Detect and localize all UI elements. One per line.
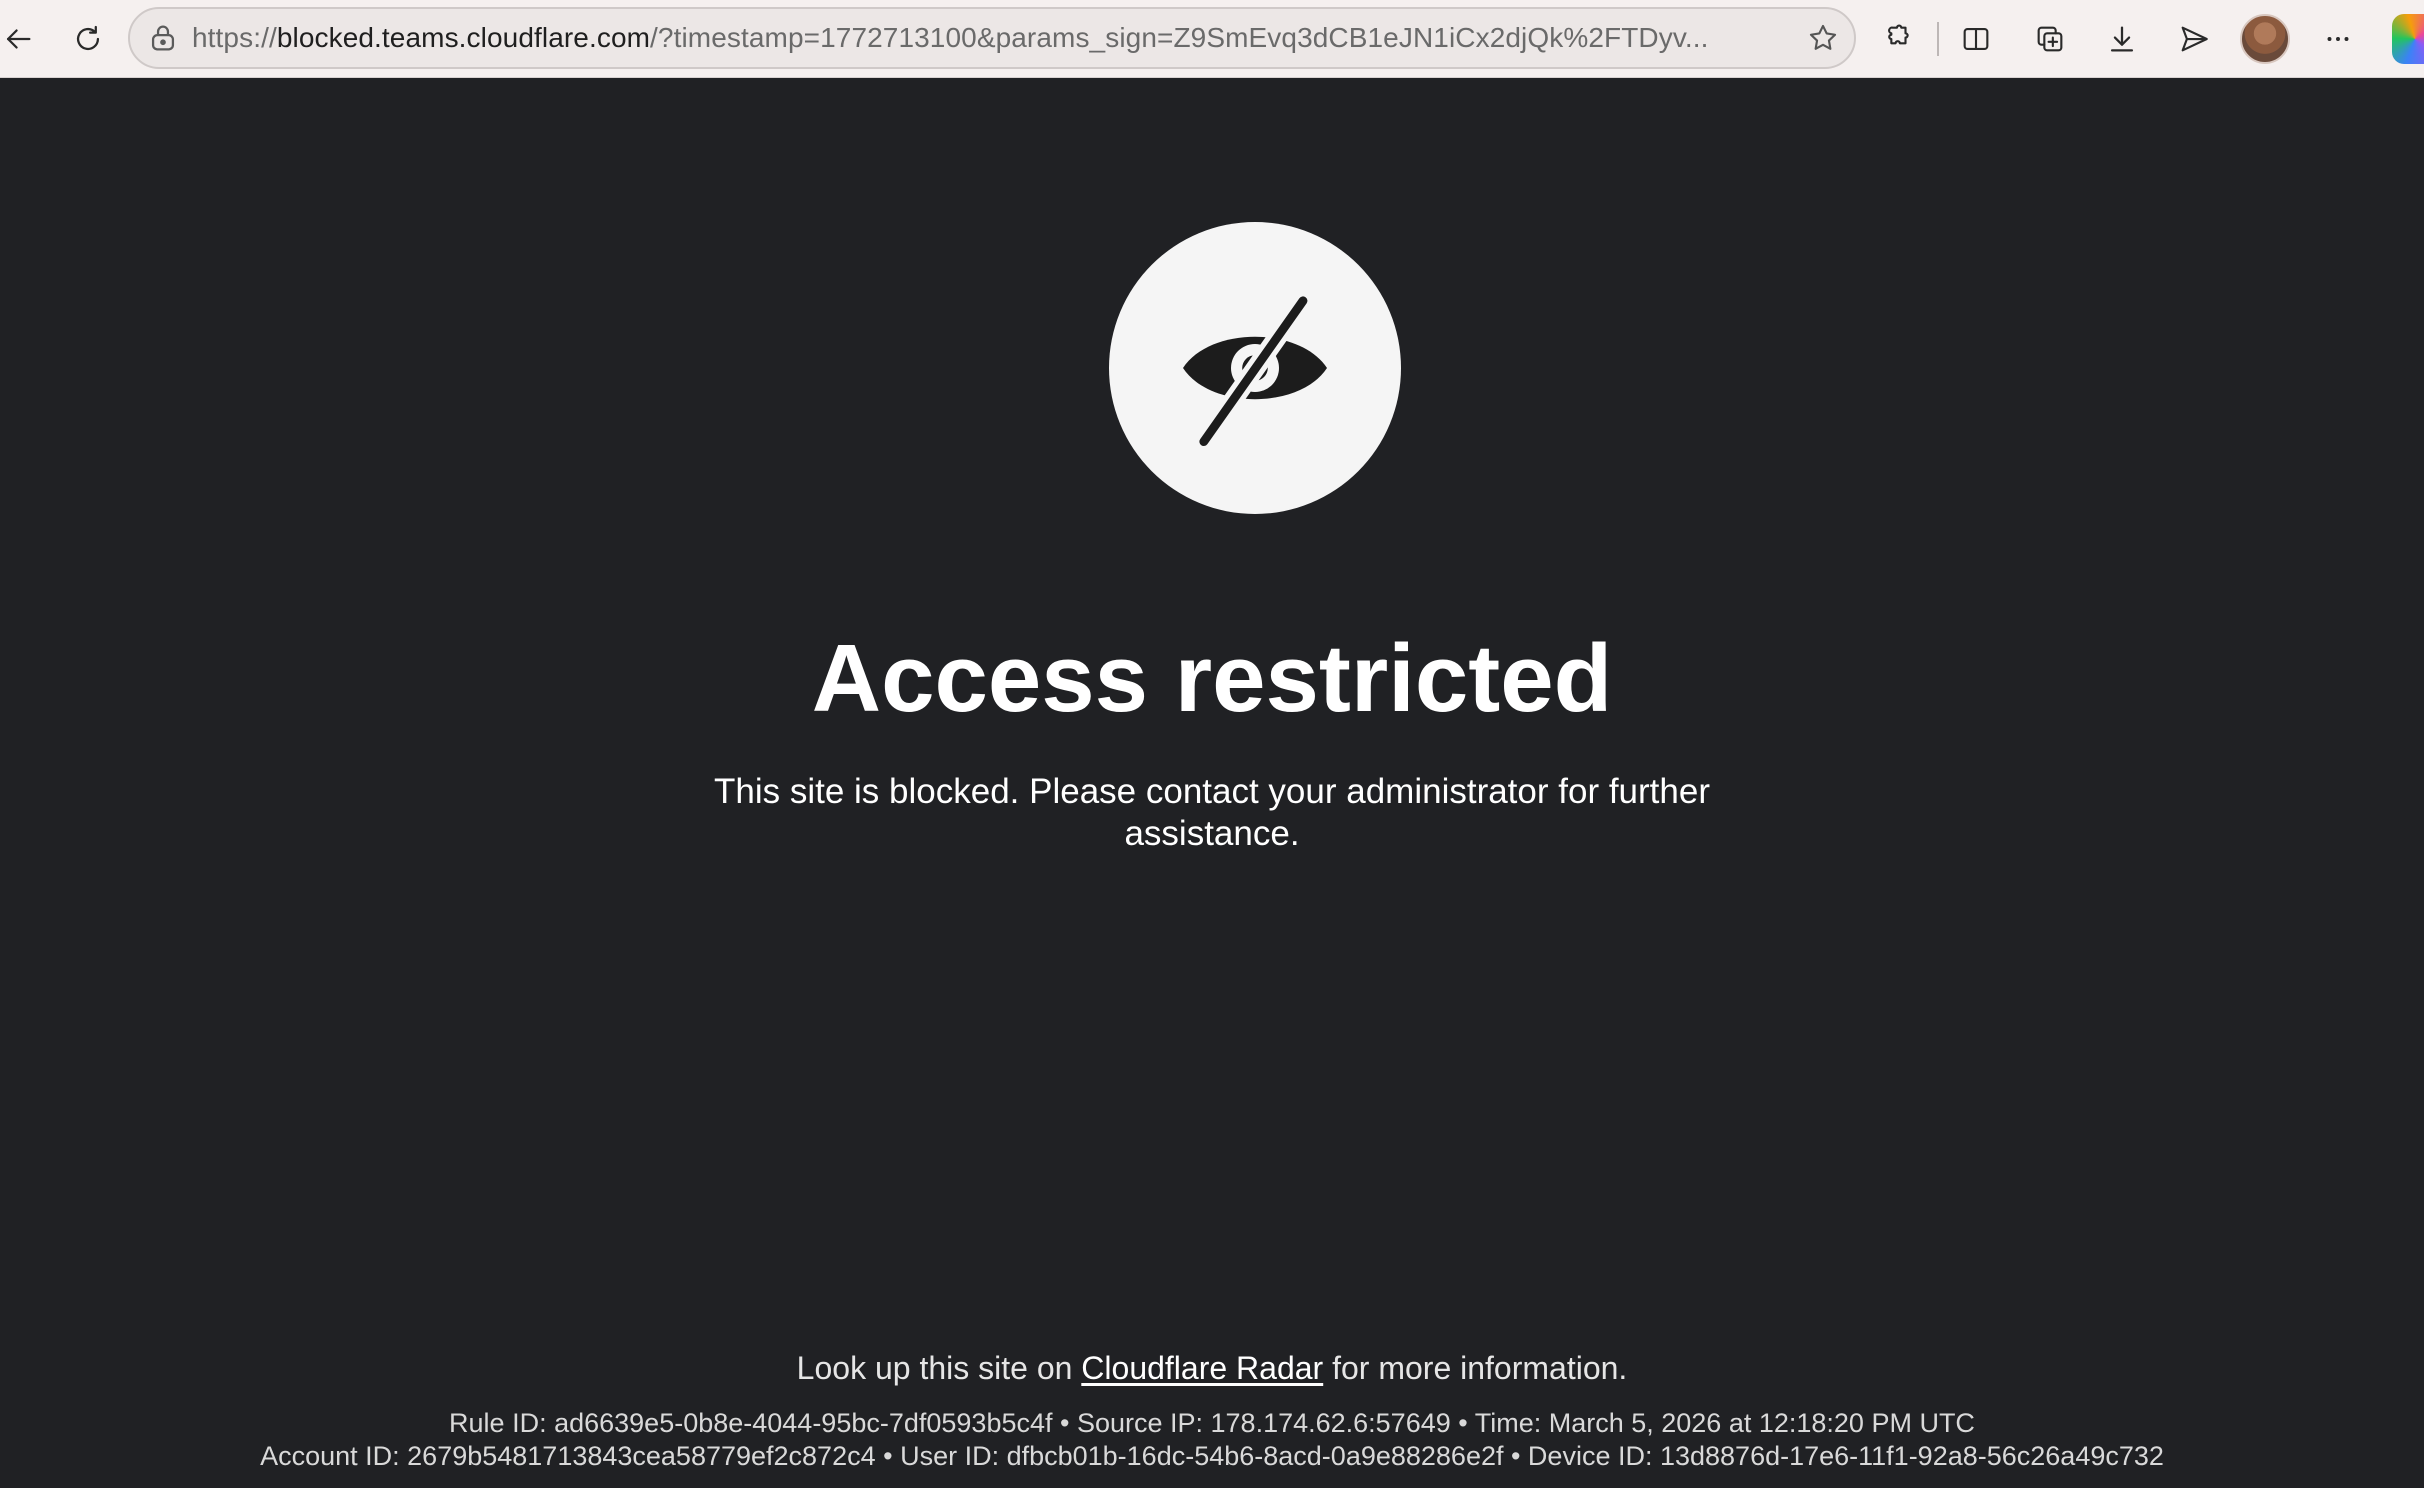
lock-icon[interactable] — [146, 21, 180, 55]
blocked-page: Access restricted This site is blocked. … — [0, 79, 2424, 1488]
radar-prefix: Look up this site on — [796, 1350, 1082, 1386]
account-user-device-line: Account ID: 2679b5481713843cea58779ef2c8… — [260, 1441, 2164, 1471]
reload-icon[interactable] — [60, 11, 116, 67]
eye-slash-icon — [1183, 291, 1327, 448]
url-text[interactable]: https://blocked.teams.cloudflare.com/?ti… — [192, 9, 1772, 67]
radar-line: Look up this site on Cloudflare Radar fo… — [0, 1348, 2424, 1388]
rule-source-time-line: Rule ID: ad6639e5-0b8e-4044-95bc-7df0593… — [449, 1408, 1975, 1438]
blocked-badge — [1109, 222, 1401, 514]
download-icon[interactable] — [2094, 11, 2150, 67]
blocked-message: This site is blocked. Please contact you… — [714, 772, 1710, 853]
request-details: Rule ID: ad6639e5-0b8e-4044-95bc-7df0593… — [0, 1407, 2424, 1473]
url-path: /?timestamp=1772713100&params_sign=Z9SmE… — [650, 22, 1709, 53]
avatar[interactable] — [2240, 14, 2290, 64]
url-scheme: https:// — [192, 22, 277, 53]
address-bar[interactable]: https://blocked.teams.cloudflare.com/?ti… — [128, 7, 1856, 69]
page-title: Access restricted — [811, 625, 1613, 732]
collections-icon[interactable] — [2022, 11, 2078, 67]
back-arrow-icon[interactable] — [0, 11, 46, 67]
cloudflare-radar-link[interactable]: Cloudflare Radar — [1081, 1350, 1323, 1386]
url-host: blocked.teams.cloudflare.com — [276, 22, 651, 53]
browser-toolbar: https://blocked.teams.cloudflare.com/?ti… — [0, 0, 2424, 78]
extensions-icon[interactable] — [1869, 11, 1925, 67]
more-icon[interactable] — [2310, 11, 2366, 67]
split-screen-icon[interactable] — [1948, 11, 2004, 67]
share-icon[interactable] — [2166, 11, 2222, 67]
copilot-icon[interactable] — [2392, 14, 2424, 64]
radar-suffix: for more information. — [1323, 1350, 1628, 1386]
toolbar-divider — [1937, 22, 1939, 56]
star-icon[interactable] — [1802, 17, 1844, 59]
